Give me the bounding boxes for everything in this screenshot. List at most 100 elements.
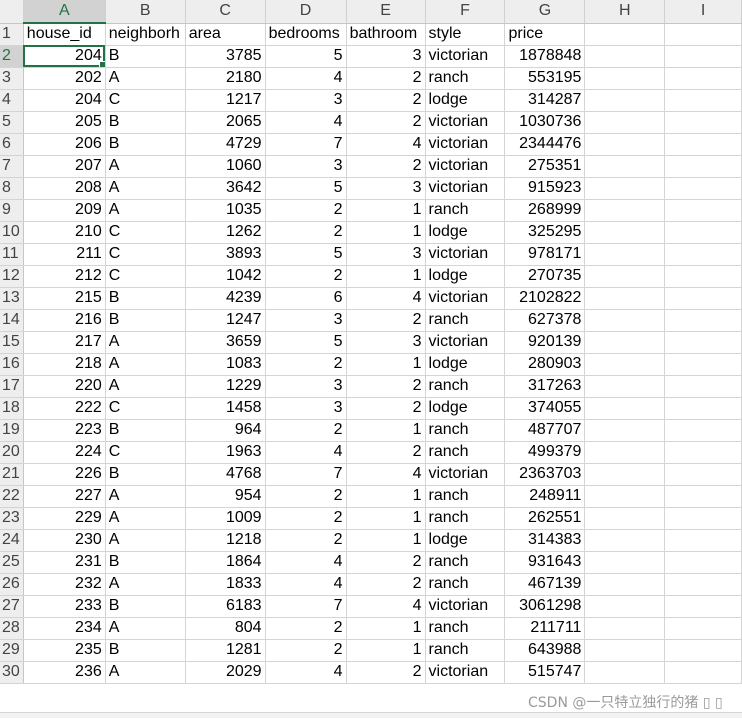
field-header-cell[interactable]: area — [185, 23, 266, 46]
row-header[interactable]: 20 — [0, 441, 24, 464]
row-header[interactable]: 23 — [0, 507, 24, 530]
row-header[interactable]: 24 — [0, 529, 24, 552]
row-header[interactable]: 18 — [0, 397, 24, 420]
data-cell[interactable]: victorian — [425, 133, 506, 156]
data-cell[interactable]: A — [105, 573, 186, 596]
data-cell[interactable]: victorian — [425, 595, 506, 618]
data-cell[interactable]: 2065 — [185, 111, 266, 134]
data-cell[interactable]: 553195 — [504, 67, 586, 90]
data-cell[interactable]: 2 — [346, 573, 426, 596]
empty-cell[interactable] — [584, 353, 666, 376]
row-header[interactable]: 9 — [0, 199, 24, 222]
row-header[interactable]: 3 — [0, 67, 24, 90]
data-cell[interactable]: B — [105, 287, 186, 310]
empty-cell[interactable] — [584, 309, 666, 332]
column-header-e[interactable]: E — [346, 0, 426, 24]
data-cell[interactable]: 4768 — [185, 463, 266, 486]
data-cell[interactable]: 2 — [265, 485, 347, 508]
data-cell[interactable]: 5 — [265, 243, 347, 266]
data-cell[interactable]: 234 — [23, 617, 106, 640]
data-cell[interactable]: ranch — [425, 551, 506, 574]
row-header[interactable]: 11 — [0, 243, 24, 266]
empty-cell[interactable] — [584, 221, 666, 244]
data-cell[interactable]: victorian — [425, 287, 506, 310]
data-cell[interactable]: ranch — [425, 485, 506, 508]
data-cell[interactable]: 1 — [346, 419, 426, 442]
row-header[interactable]: 5 — [0, 111, 24, 134]
row-header[interactable]: 30 — [0, 661, 24, 684]
data-cell[interactable]: 5 — [265, 331, 347, 354]
data-cell[interactable]: 2 — [346, 441, 426, 464]
row-header[interactable]: 14 — [0, 309, 24, 332]
data-cell[interactable]: B — [105, 419, 186, 442]
column-header-c[interactable]: C — [185, 0, 266, 24]
data-cell[interactable]: 2 — [265, 529, 347, 552]
data-cell[interactable]: ranch — [425, 617, 506, 640]
data-cell[interactable]: 3659 — [185, 331, 266, 354]
row-header[interactable]: 7 — [0, 155, 24, 178]
data-cell[interactable]: 216 — [23, 309, 106, 332]
data-cell[interactable]: victorian — [425, 331, 506, 354]
data-cell[interactable]: 209 — [23, 199, 106, 222]
data-cell[interactable]: 1218 — [185, 529, 266, 552]
empty-cell[interactable] — [664, 331, 742, 354]
data-cell[interactable]: 3 — [265, 89, 347, 112]
empty-cell[interactable] — [664, 485, 742, 508]
data-cell[interactable]: 1281 — [185, 639, 266, 662]
empty-cell[interactable] — [584, 243, 666, 266]
data-cell[interactable]: 1864 — [185, 551, 266, 574]
row-header[interactable]: 21 — [0, 463, 24, 486]
data-cell[interactable]: 4 — [265, 111, 347, 134]
data-cell[interactable]: A — [105, 507, 186, 530]
data-cell[interactable]: 4 — [265, 441, 347, 464]
empty-cell[interactable] — [584, 485, 666, 508]
data-cell[interactable]: 1217 — [185, 89, 266, 112]
empty-cell[interactable] — [664, 397, 742, 420]
data-cell[interactable]: 1878848 — [504, 45, 586, 68]
data-cell[interactable]: B — [105, 133, 186, 156]
data-cell[interactable]: 1247 — [185, 309, 266, 332]
data-cell[interactable]: ranch — [425, 419, 506, 442]
row-header[interactable]: 27 — [0, 595, 24, 618]
data-cell[interactable]: 6 — [265, 287, 347, 310]
column-header-a[interactable]: A — [23, 0, 106, 24]
row-header[interactable]: 1 — [0, 23, 24, 46]
data-cell[interactable]: 2 — [265, 265, 347, 288]
empty-cell[interactable] — [584, 463, 666, 486]
empty-cell[interactable] — [664, 551, 742, 574]
empty-cell[interactable] — [584, 661, 666, 684]
data-cell[interactable]: 268999 — [504, 199, 586, 222]
empty-cell[interactable] — [584, 507, 666, 530]
data-cell[interactable]: 4 — [265, 67, 347, 90]
empty-cell[interactable] — [584, 67, 666, 90]
field-header-cell[interactable]: style — [425, 23, 506, 46]
column-header-g[interactable]: G — [504, 0, 586, 24]
data-cell[interactable]: 2102822 — [504, 287, 586, 310]
empty-cell[interactable] — [584, 331, 666, 354]
empty-cell[interactable] — [584, 287, 666, 310]
data-cell[interactable]: 325295 — [504, 221, 586, 244]
data-cell[interactable]: 205 — [23, 111, 106, 134]
data-cell[interactable]: 2 — [346, 551, 426, 574]
data-cell[interactable]: 314287 — [504, 89, 586, 112]
empty-cell[interactable] — [664, 375, 742, 398]
field-header-cell[interactable]: neighborh — [105, 23, 186, 46]
row-header[interactable]: 29 — [0, 639, 24, 662]
data-cell[interactable]: 231 — [23, 551, 106, 574]
data-cell[interactable]: 1009 — [185, 507, 266, 530]
data-cell[interactable]: C — [105, 397, 186, 420]
data-cell[interactable]: 1 — [346, 353, 426, 376]
empty-cell[interactable] — [664, 353, 742, 376]
data-cell[interactable]: 915923 — [504, 177, 586, 200]
data-cell[interactable]: 487707 — [504, 419, 586, 442]
empty-cell[interactable] — [664, 265, 742, 288]
data-cell[interactable]: lodge — [425, 221, 506, 244]
empty-cell[interactable] — [664, 419, 742, 442]
row-header[interactable]: 26 — [0, 573, 24, 596]
data-cell[interactable]: A — [105, 353, 186, 376]
data-cell[interactable]: 1042 — [185, 265, 266, 288]
data-cell[interactable]: 3061298 — [504, 595, 586, 618]
empty-cell[interactable] — [664, 441, 742, 464]
data-cell[interactable]: 1035 — [185, 199, 266, 222]
empty-cell[interactable] — [584, 441, 666, 464]
